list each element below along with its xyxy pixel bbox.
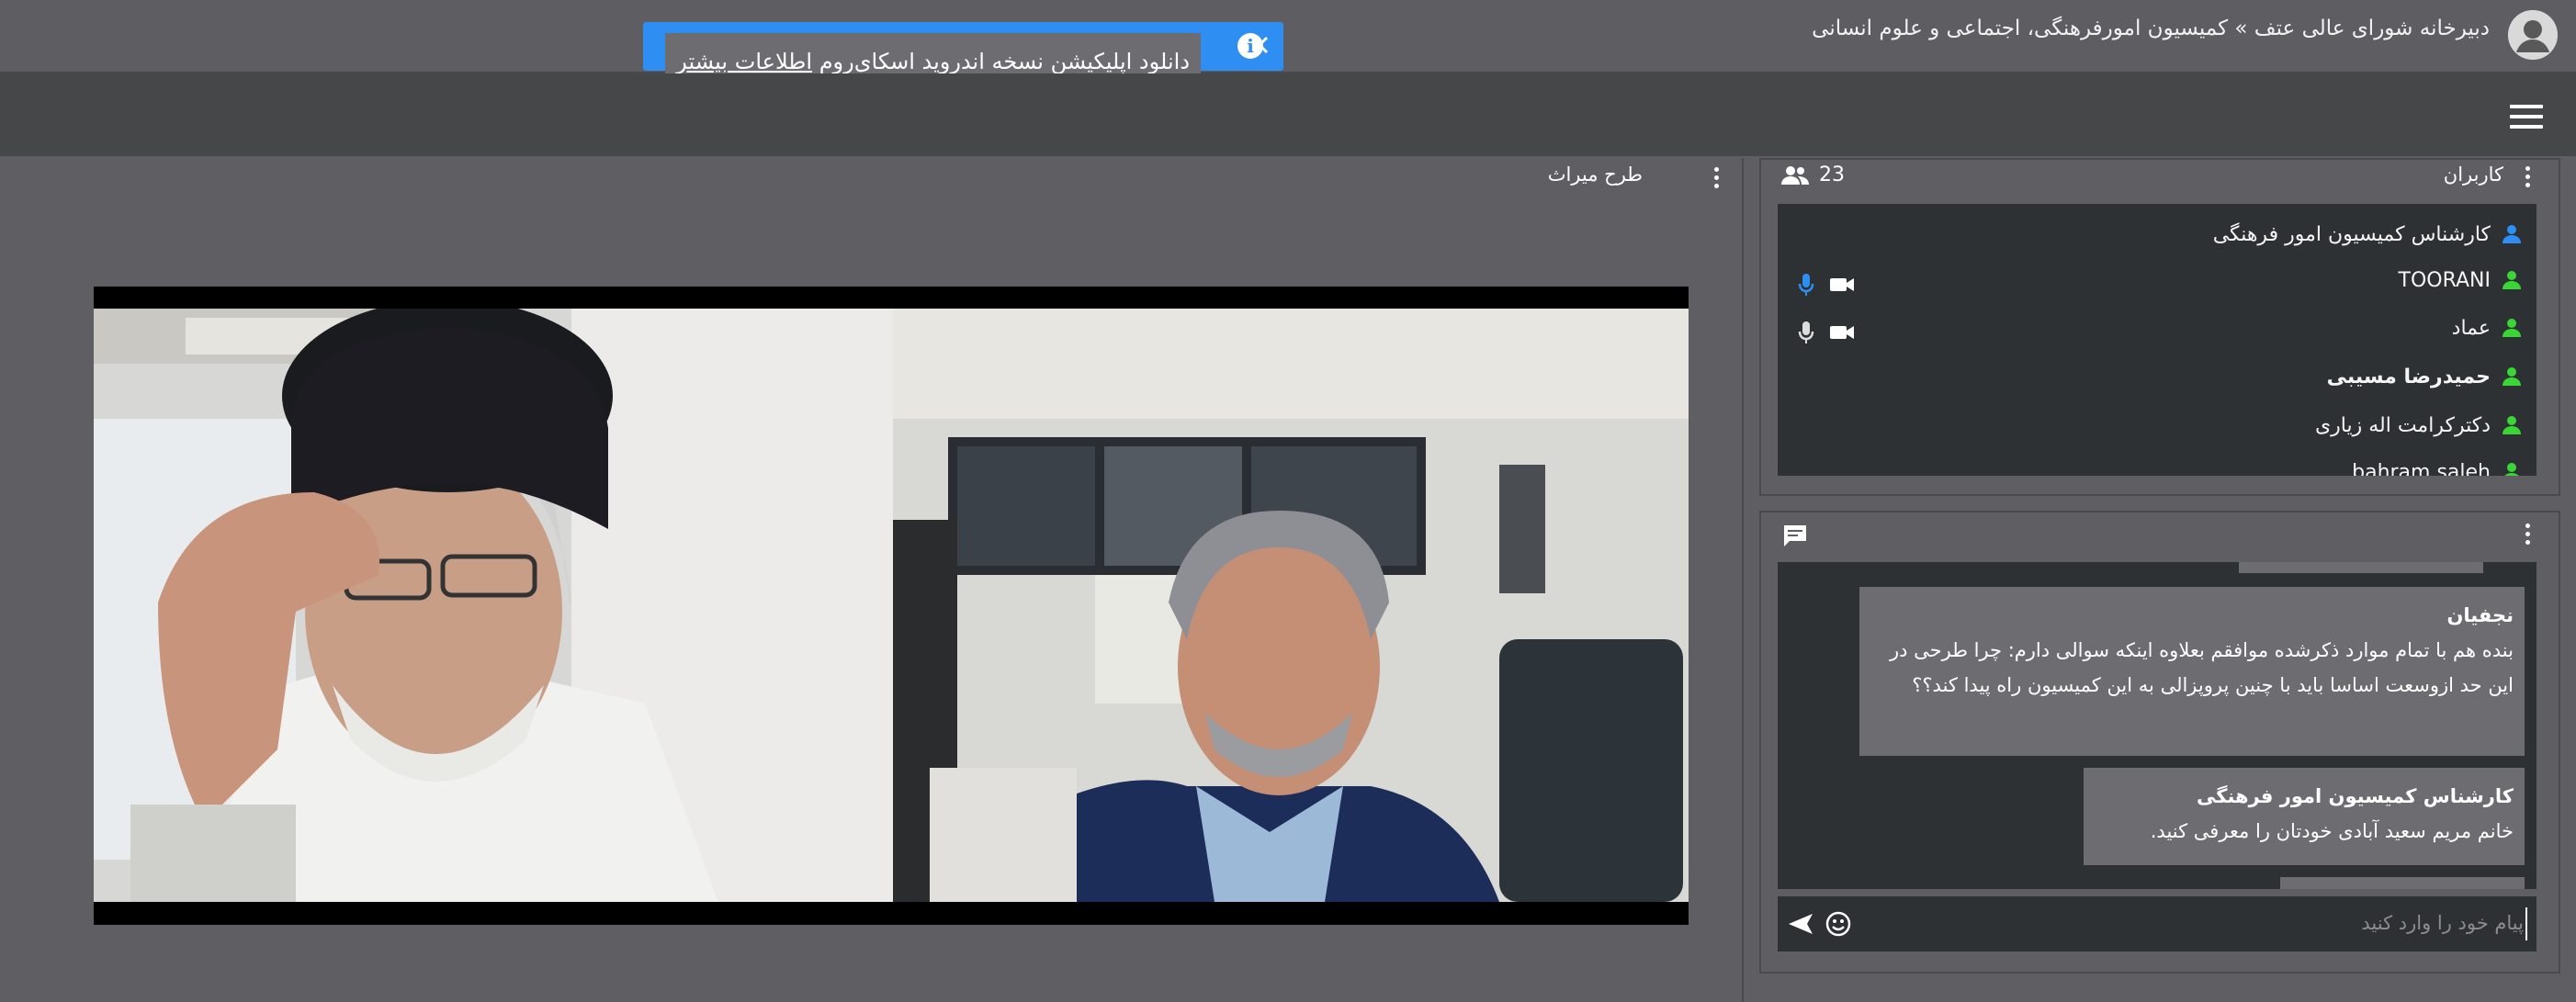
user-item[interactable]: دکترکرامت اله زیاری xyxy=(2315,407,2522,444)
camera-icon[interactable] xyxy=(1829,323,1855,342)
previous-message xyxy=(2239,562,2483,573)
user-name: عماد xyxy=(2451,316,2491,340)
camera-icon[interactable] xyxy=(1829,276,1855,294)
text-caret xyxy=(2525,907,2527,940)
chat-panel-menu-icon[interactable] xyxy=(2525,524,2531,548)
message-text: بنده هم با تمام موارد ذکرشده موافقم بعلا… xyxy=(1889,639,2514,696)
user-name: bahram saleh xyxy=(2352,460,2491,477)
user-name: TOORANI xyxy=(2398,268,2491,292)
next-message xyxy=(2280,877,2525,889)
chat-input[interactable]: پیام خود را وارد کنید xyxy=(2361,912,2524,934)
message-text: خانم مریم سعید آبادی خودتان را معرفی کنی… xyxy=(2150,820,2514,842)
person-icon xyxy=(2504,463,2519,476)
notice-text: دانلود اپلیکیشن نسخه اندروید اسکای‌روم xyxy=(819,49,1190,74)
person-icon xyxy=(2503,271,2521,289)
chat-input-bar: پیام خود را وارد کنید xyxy=(1778,896,2536,951)
send-icon[interactable] xyxy=(1787,912,1814,936)
top-bar: دبیرخانه شورای عالی عتف » کمیسیون امورفر… xyxy=(0,0,2576,73)
toolbar xyxy=(0,73,2576,156)
user-list: کارشناس کمیسیون امور فرهنگی TOORANI عماد… xyxy=(1778,204,2536,476)
user-name: دکترکرامت اله زیاری xyxy=(2314,413,2491,437)
emoji-icon[interactable] xyxy=(1825,911,1851,937)
message-sender: کارشناس کمیسیون امور فرهنگی xyxy=(2197,785,2514,807)
stage-title: طرح میراث xyxy=(1547,163,1643,186)
person-icon xyxy=(2503,416,2521,434)
chat-messages: نجفیان بنده هم با تمام موارد ذکرشده مواف… xyxy=(1778,562,2536,889)
hamburger-icon[interactable] xyxy=(2510,105,2543,129)
notice-more-link[interactable]: اطلاعات بیشتر xyxy=(676,49,812,74)
microphone-icon[interactable] xyxy=(1798,273,1814,297)
chat-message: کارشناس کمیسیون امور فرهنگی خانم مریم سع… xyxy=(2084,768,2525,865)
microphone-icon[interactable] xyxy=(1798,321,1814,344)
message-sender: نجفیان xyxy=(2446,604,2514,626)
user-media xyxy=(1798,273,1855,297)
user-name: کارشناس کمیسیون امور فرهنگی xyxy=(2212,222,2491,246)
chat-message: نجفیان بنده هم با تمام موارد ذکرشده مواف… xyxy=(1859,587,2525,756)
person-icon xyxy=(2503,367,2521,386)
person-icon xyxy=(2503,319,2521,337)
user-item[interactable]: TOORANI xyxy=(2399,262,2522,298)
chat-icon xyxy=(1782,524,1808,551)
user-item[interactable]: حمیدرضا مسیبی xyxy=(2327,358,2522,395)
users-panel-title: کاربران xyxy=(2443,163,2503,186)
people-icon xyxy=(1781,165,1809,185)
users-count-value: 23 xyxy=(1819,163,1845,186)
user-item[interactable]: عماد xyxy=(2452,310,2522,346)
video-feed[interactable] xyxy=(94,287,1689,925)
video-tile-left xyxy=(94,309,893,902)
info-icon: i xyxy=(1237,33,1263,59)
host-person-icon xyxy=(2503,225,2521,243)
user-item[interactable]: کارشناس کمیسیون امور فرهنگی xyxy=(2213,216,2522,253)
users-panel-menu-icon[interactable] xyxy=(2525,166,2531,191)
video-tile-right xyxy=(893,309,1689,902)
app-download-notice: دانلود اپلیکیشن نسخه اندروید اسکای‌روم ا… xyxy=(643,22,1283,90)
user-name: حمیدرضا مسیبی xyxy=(2326,365,2491,388)
stage-menu-icon[interactable] xyxy=(1714,167,1720,192)
users-count: 23 xyxy=(1780,163,1845,186)
breadcrumb: دبیرخانه شورای عالی عتف » کمیسیون امورفر… xyxy=(1812,17,2490,40)
avatar-icon[interactable] xyxy=(2508,10,2558,60)
user-media xyxy=(1798,321,1855,344)
user-item[interactable]: bahram saleh xyxy=(2352,454,2522,476)
